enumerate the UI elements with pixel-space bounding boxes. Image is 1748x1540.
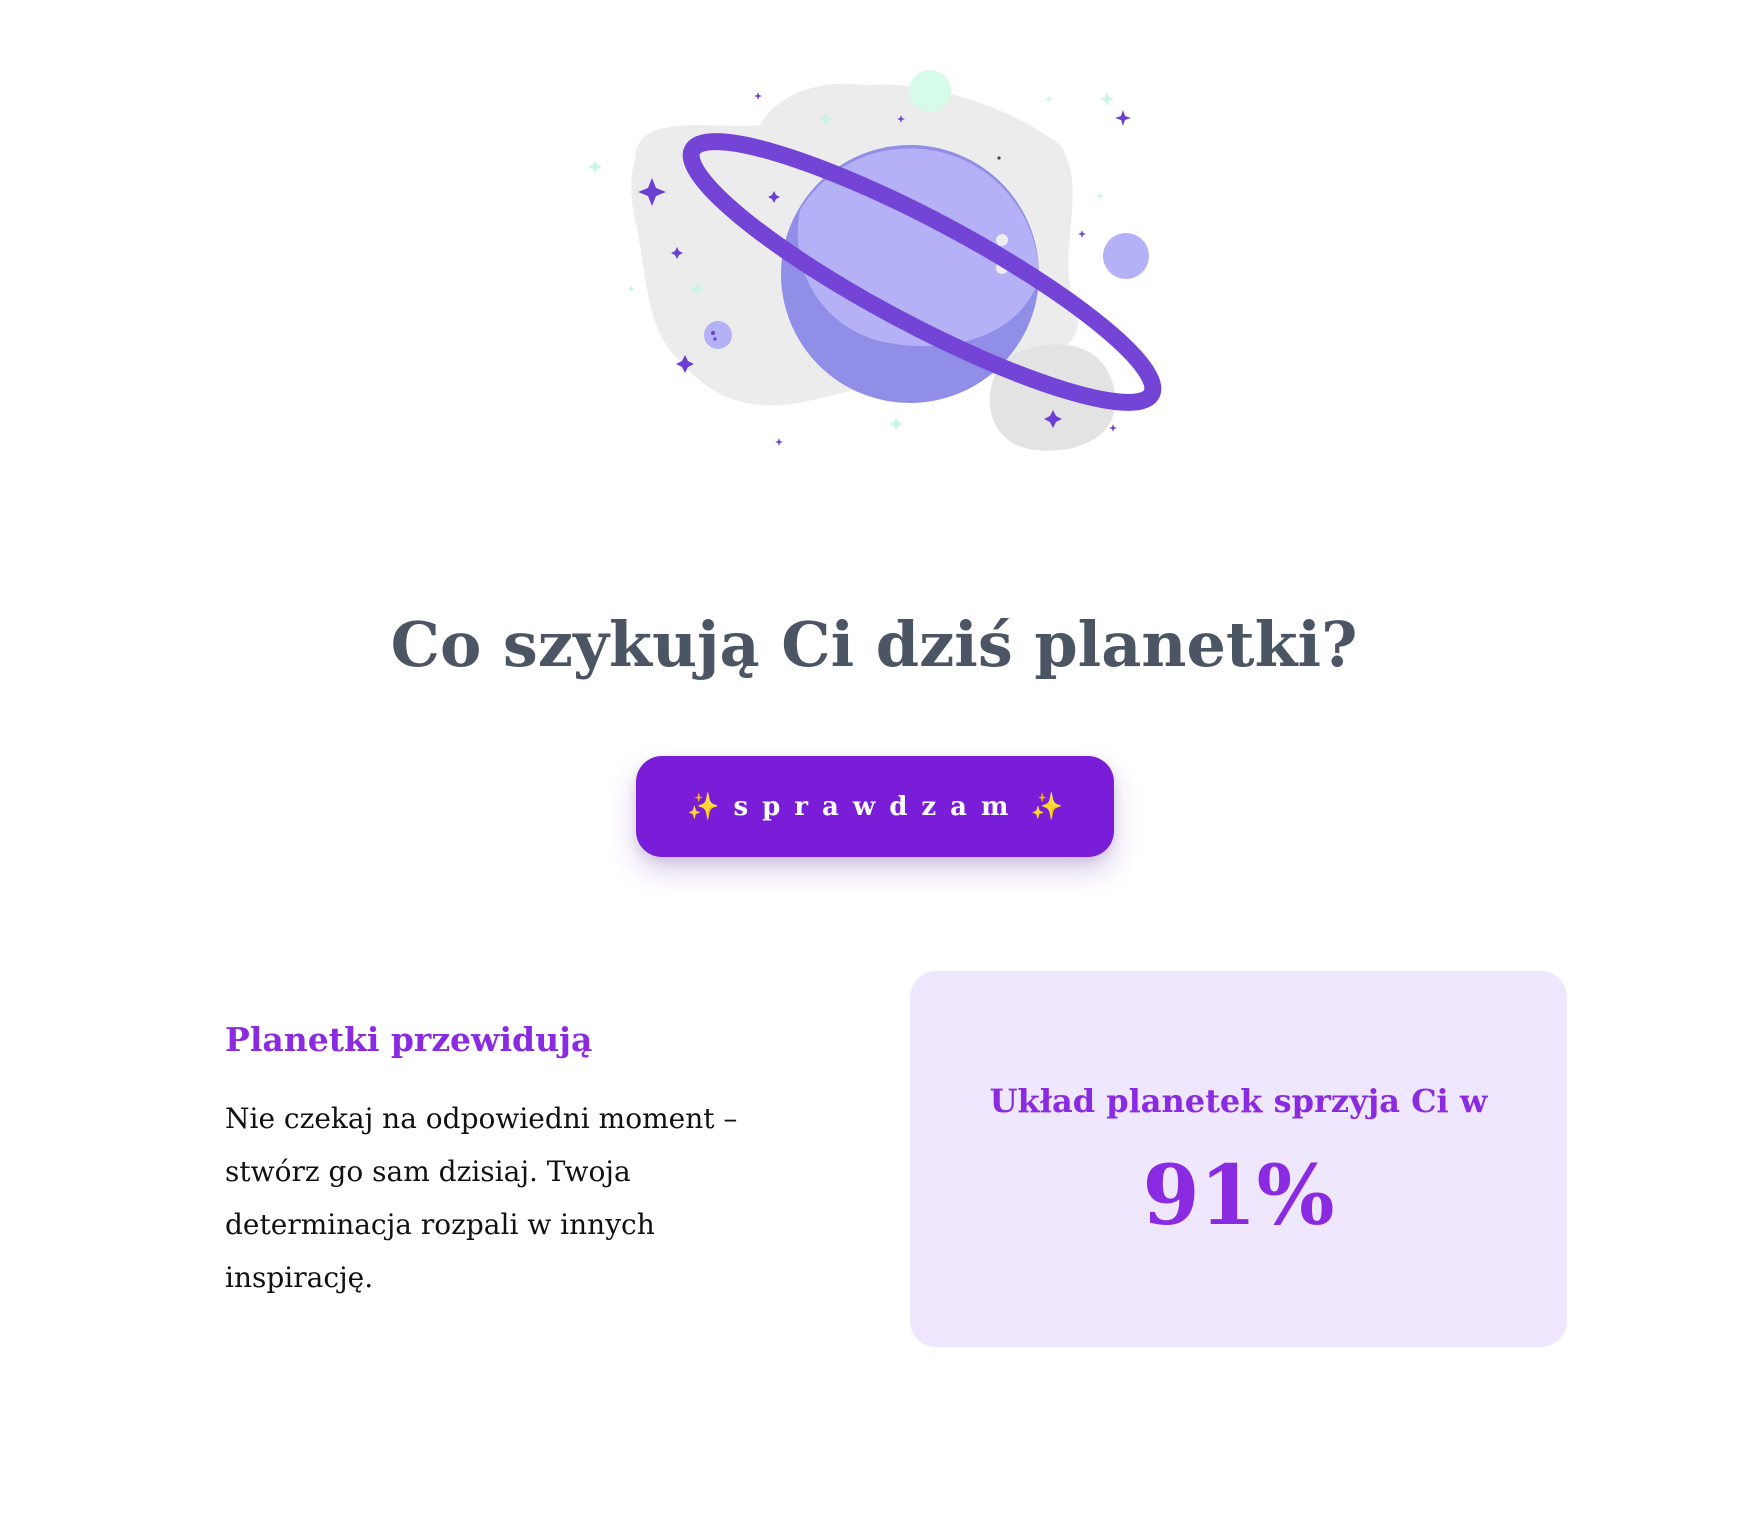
sparkles-icon: ✨	[687, 791, 720, 822]
prediction-text: Nie czekaj na odpowiedni moment – stwórz…	[225, 1102, 738, 1294]
planet-with-ring-icon	[588, 70, 1162, 451]
prediction-heading: Planetki przewidują	[225, 1020, 593, 1059]
check-button-label: sprawdzam	[733, 791, 1023, 822]
planet-illustration	[575, 50, 1175, 480]
check-button[interactable]: ✨ sprawdzam ✨	[636, 756, 1114, 857]
score-card: Układ planetek sprzyja Ci w 91%	[910, 971, 1567, 1347]
sparkles-icon: ✨	[1030, 791, 1063, 822]
score-value: 91%	[1142, 1148, 1335, 1244]
page-title: Co szykują Ci dziś planetki?	[390, 608, 1358, 681]
small-planet-right	[1103, 233, 1149, 279]
score-label: Układ planetek sprzyja Ci w	[989, 1082, 1488, 1120]
small-planet-left	[704, 321, 732, 349]
mint-circle	[909, 70, 951, 112]
